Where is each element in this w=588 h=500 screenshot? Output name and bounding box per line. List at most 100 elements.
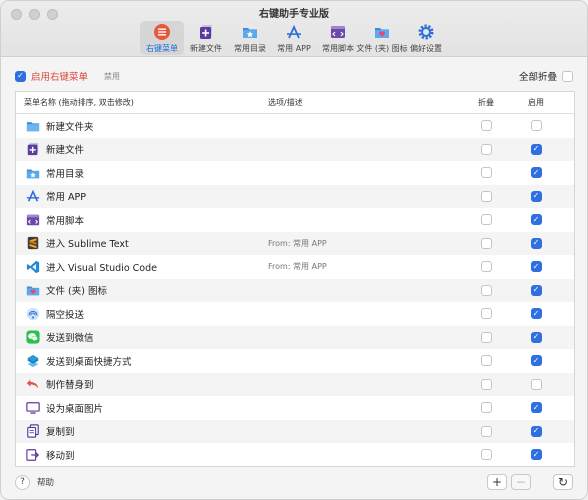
table-row[interactable]: 常用目录	[16, 161, 574, 185]
table-row[interactable]: 新建文件夹	[16, 114, 574, 138]
menu-item-name: 新建文件夹	[46, 121, 94, 133]
toolbar-tab-label: 常用 APP	[277, 44, 311, 53]
menu-item-name: 文件 (夹) 图标	[46, 286, 107, 298]
column-header-name[interactable]: 菜单名称 (拖动排序, 双击修改)	[16, 97, 268, 108]
menu-item-name-cell[interactable]: 制作替身到	[16, 377, 268, 391]
toolbar-tab-script[interactable]: 常用脚本	[316, 21, 360, 55]
remove-button[interactable]: −	[511, 474, 531, 490]
add-button[interactable]: +	[487, 474, 507, 490]
fold-checkbox[interactable]	[480, 237, 492, 249]
fold-checkbox[interactable]	[480, 425, 492, 437]
table-row[interactable]: 移动到	[16, 443, 574, 466]
fold-cell	[461, 378, 511, 390]
enable-checkbox[interactable]	[530, 425, 542, 437]
fold-checkbox[interactable]	[480, 261, 492, 273]
menu-item-name-cell[interactable]: 移动到	[16, 448, 268, 462]
menu-item-name: 常用 APP	[46, 192, 86, 204]
enable-checkbox[interactable]	[530, 402, 542, 414]
enable-checkbox[interactable]	[530, 355, 542, 367]
fold-cell	[461, 237, 511, 249]
menu-item-name-cell[interactable]: 发送到桌面快捷方式	[16, 354, 268, 368]
column-header-enable[interactable]: 启用	[511, 97, 561, 108]
table-row[interactable]: 常用脚本	[16, 208, 574, 232]
enable-cell	[511, 214, 561, 226]
fold-checkbox[interactable]	[480, 402, 492, 414]
menu-item-name-cell[interactable]: 进入 Visual Studio Code	[16, 260, 268, 274]
table-row[interactable]: 进入 Sublime Text From: 常用 APP	[16, 231, 574, 255]
enable-checkbox[interactable]	[530, 378, 542, 390]
table-row[interactable]: 进入 Visual Studio Code From: 常用 APP	[16, 255, 574, 279]
enable-checkbox[interactable]	[530, 120, 542, 132]
fold-checkbox[interactable]	[480, 167, 492, 179]
fold-checkbox[interactable]	[480, 214, 492, 226]
options-bar: 启用右键菜单 禁用 全部折叠	[15, 67, 573, 85]
toolbar-tab-gear[interactable]: 偏好设置	[404, 21, 448, 55]
menu-item-name-cell[interactable]: 常用脚本	[16, 213, 268, 227]
fold-checkbox[interactable]	[480, 143, 492, 155]
enable-menu-label[interactable]: 启用右键菜单	[31, 69, 88, 83]
table-row[interactable]: 文件 (夹) 图标	[16, 278, 574, 302]
folder-icon	[26, 119, 40, 133]
disable-label[interactable]: 禁用	[104, 71, 120, 82]
table-row[interactable]: 新建文件	[16, 137, 574, 161]
table-row[interactable]: 制作替身到	[16, 372, 574, 396]
menu-item-name: 常用脚本	[46, 215, 85, 227]
enable-checkbox[interactable]	[530, 237, 542, 249]
fold-checkbox[interactable]	[480, 331, 492, 343]
toolbar-tab-app-store[interactable]: 常用 APP	[272, 21, 316, 55]
table-row[interactable]: 隔空投送	[16, 302, 574, 326]
table-row[interactable]: 设为桌面图片	[16, 396, 574, 420]
fold-all-control[interactable]: 全部折叠	[519, 69, 573, 83]
menu-item-name-cell[interactable]: 复制到	[16, 424, 268, 438]
enable-checkbox[interactable]	[530, 449, 542, 461]
column-header-options[interactable]: 选项/描述	[268, 97, 461, 108]
enable-checkbox[interactable]	[530, 284, 542, 296]
wechat-icon	[26, 330, 40, 344]
toolbar-tab-menu-list[interactable]: 右键菜单	[140, 21, 184, 55]
menu-item-name-cell[interactable]: 隔空投送	[16, 307, 268, 321]
help-button[interactable]: ?	[15, 474, 30, 490]
script-icon	[26, 213, 40, 227]
table-row[interactable]: 常用 APP	[16, 184, 574, 208]
fold-cell	[461, 284, 511, 296]
menu-item-name-cell[interactable]: 常用目录	[16, 166, 268, 180]
toolbar-tab-folder-heart[interactable]: 文件 (夹) 图标	[356, 21, 408, 55]
enable-menu-checkbox[interactable]	[15, 70, 26, 82]
menu-item-name-cell[interactable]: 发送到微信	[16, 330, 268, 344]
table-row[interactable]: 发送到桌面快捷方式	[16, 349, 574, 373]
enable-checkbox[interactable]	[530, 167, 542, 179]
menu-item-name-cell[interactable]: 文件 (夹) 图标	[16, 283, 268, 297]
table-row[interactable]: 发送到微信	[16, 325, 574, 349]
column-header-fold[interactable]: 折叠	[461, 97, 511, 108]
enable-checkbox[interactable]	[530, 308, 542, 320]
fold-checkbox[interactable]	[480, 378, 492, 390]
menu-item-name-cell[interactable]: 进入 Sublime Text	[16, 236, 268, 250]
fold-checkbox[interactable]	[480, 308, 492, 320]
enable-checkbox[interactable]	[530, 190, 542, 202]
menu-item-name-cell[interactable]: 新建文件	[16, 142, 268, 156]
menu-item-name-cell[interactable]: 设为桌面图片	[16, 401, 268, 415]
menu-item-name-cell[interactable]: 新建文件夹	[16, 119, 268, 133]
app-store-icon	[285, 23, 303, 41]
fold-checkbox[interactable]	[480, 190, 492, 202]
toolbar-tab-new-file[interactable]: 新建文件	[184, 21, 228, 55]
enable-cell	[511, 143, 561, 155]
fold-checkbox[interactable]	[480, 355, 492, 367]
toolbar-tab-folder-star[interactable]: 常用目录	[228, 21, 272, 55]
fold-checkbox[interactable]	[480, 120, 492, 132]
table-row[interactable]: 复制到	[16, 419, 574, 443]
enable-cell	[511, 237, 561, 249]
fold-checkbox[interactable]	[480, 449, 492, 461]
refresh-button[interactable]: ↻	[553, 474, 573, 490]
fold-all-checkbox[interactable]	[562, 70, 573, 82]
enable-cell	[511, 284, 561, 296]
menu-item-name-cell[interactable]: 常用 APP	[16, 189, 268, 203]
enable-cell	[511, 308, 561, 320]
enable-checkbox[interactable]	[530, 331, 542, 343]
enable-checkbox[interactable]	[530, 214, 542, 226]
enable-cell	[511, 378, 561, 390]
toolbar-tab-label: 新建文件	[190, 44, 222, 53]
fold-checkbox[interactable]	[480, 284, 492, 296]
enable-checkbox[interactable]	[530, 261, 542, 273]
enable-checkbox[interactable]	[530, 143, 542, 155]
